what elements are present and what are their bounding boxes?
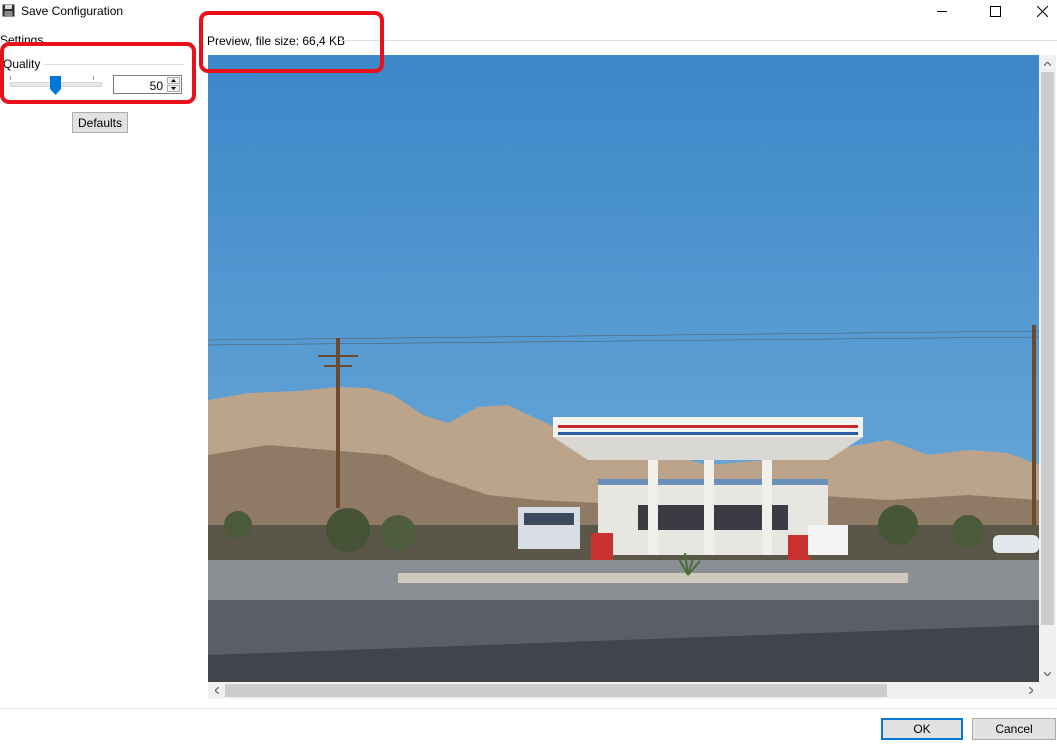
vertical-scroll-thumb[interactable]	[1041, 72, 1054, 625]
quality-highlight-box	[0, 42, 196, 104]
preview-highlight-box	[199, 11, 384, 73]
preview-group-rule	[340, 40, 1057, 41]
minimize-button[interactable]	[919, 0, 965, 22]
chevron-left-icon	[214, 687, 219, 694]
defaults-button[interactable]: Defaults	[72, 112, 128, 133]
chevron-up-icon	[1044, 61, 1051, 66]
maximize-button[interactable]	[972, 0, 1018, 22]
ok-button[interactable]: OK	[881, 718, 963, 740]
cancel-button[interactable]: Cancel	[972, 718, 1056, 740]
floppy-disk-icon	[2, 4, 15, 17]
title-bar: Save Configuration	[0, 0, 1057, 22]
scroll-down-button[interactable]	[1039, 665, 1056, 682]
close-button[interactable]	[1019, 0, 1057, 22]
horizontal-scroll-thumb[interactable]	[225, 684, 887, 697]
scroll-up-button[interactable]	[1039, 55, 1056, 72]
footer-divider	[0, 708, 1057, 709]
minimize-icon	[937, 11, 947, 12]
maximize-icon	[989, 5, 1001, 17]
chevron-down-icon	[1044, 671, 1051, 676]
chevron-right-icon	[1028, 687, 1033, 694]
settings-group-label: Settings	[0, 34, 44, 42]
scrollbar-corner	[1039, 682, 1056, 699]
preview-image	[208, 55, 1039, 682]
scroll-left-button[interactable]	[208, 682, 225, 699]
scroll-right-button[interactable]	[1022, 682, 1039, 699]
window-title: Save Configuration	[21, 4, 124, 18]
close-icon	[1036, 5, 1048, 17]
